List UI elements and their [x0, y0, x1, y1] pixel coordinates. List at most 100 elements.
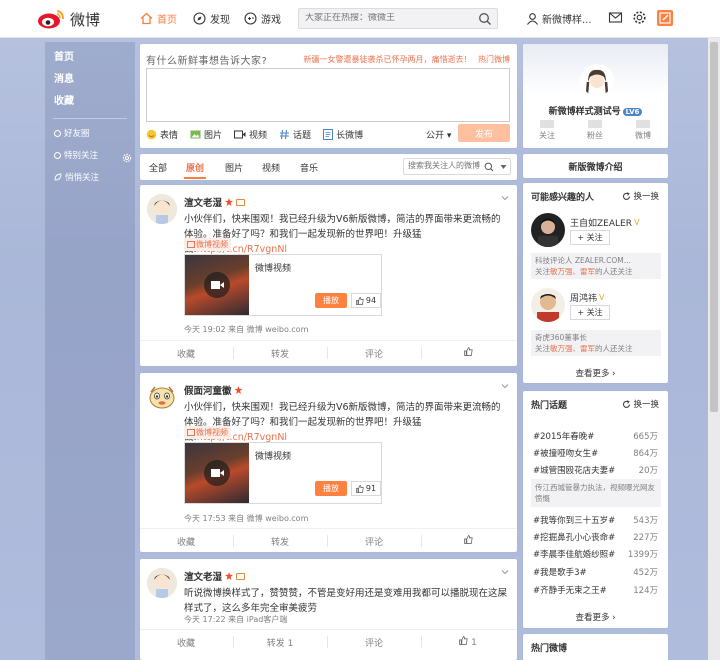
- search-icon[interactable]: [484, 162, 494, 172]
- stat-following[interactable]: 关注: [523, 120, 571, 141]
- author-name[interactable]: 假面河童徽: [184, 383, 243, 397]
- weibo-logo[interactable]: 微博: [36, 8, 100, 30]
- rec-user-name[interactable]: 周鸿祎 V: [570, 291, 606, 305]
- chevron-down-icon[interactable]: [501, 382, 509, 390]
- chevron-down-icon[interactable]: [501, 194, 509, 202]
- comment-button[interactable]: 评论: [328, 636, 420, 649]
- video-tag[interactable]: 微博视频: [184, 238, 231, 251]
- video-card[interactable]: 微博视频 播放 94: [184, 254, 382, 316]
- like-button[interactable]: [422, 535, 514, 547]
- collect-button[interactable]: 收藏: [140, 347, 232, 360]
- collect-button[interactable]: 收藏: [140, 636, 232, 649]
- profile-name[interactable]: 新微博样式测试号 LV6: [523, 104, 668, 117]
- hot-topic-row[interactable]: #被撞哑吻女生# 864万: [533, 447, 658, 459]
- tab-original[interactable]: 原创: [186, 161, 204, 174]
- video-card[interactable]: 微博视频 播放 91: [184, 442, 382, 504]
- author-name[interactable]: 渲文老湿: [184, 569, 246, 583]
- comment-button[interactable]: 评论: [328, 347, 420, 360]
- follow-button[interactable]: + 关注: [570, 305, 610, 320]
- sidebar-item-favorites[interactable]: 收藏: [54, 92, 74, 107]
- sidebar-group-friends[interactable]: 好友圈: [54, 127, 90, 139]
- sidebar-group-secret[interactable]: 悄悄关注: [54, 171, 99, 183]
- composer-textarea[interactable]: [146, 68, 510, 122]
- stat-followers[interactable]: 粉丝: [571, 120, 619, 141]
- hot-topic-row[interactable]: #我是歌手3# 452万: [533, 566, 658, 578]
- video-like-button[interactable]: 94: [351, 293, 381, 308]
- long-post-button[interactable]: 长微博: [323, 128, 363, 141]
- nav-games[interactable]: 游戏: [244, 11, 281, 26]
- global-search-input[interactable]: [305, 13, 465, 23]
- repost-button[interactable]: 转发: [234, 535, 326, 548]
- avatar[interactable]: [531, 288, 565, 322]
- comment-button[interactable]: 评论: [328, 535, 420, 548]
- sidebar-group-special[interactable]: 特别关注: [54, 149, 98, 161]
- rec-desc-line: 关注敏万强、雷军的人还关注: [535, 266, 657, 277]
- compose-button[interactable]: [657, 10, 673, 26]
- play-button[interactable]: 播放: [315, 481, 347, 496]
- send-button[interactable]: 发布: [458, 124, 510, 142]
- like-button[interactable]: [422, 347, 514, 359]
- tab-videos[interactable]: 视频: [262, 161, 280, 174]
- hot-weibo-link[interactable]: 热门微博: [478, 55, 510, 64]
- collect-button[interactable]: 收藏: [140, 535, 232, 548]
- page-scrollbar[interactable]: [708, 38, 720, 660]
- hot-topic-link[interactable]: 新疆一女警遭暴徒袭杀已怀孕两月，痛惜逝去！: [303, 55, 471, 64]
- play-icon[interactable]: [204, 272, 230, 298]
- video-like-button[interactable]: 91: [351, 481, 381, 496]
- emoji-button[interactable]: 表情: [146, 128, 178, 141]
- sidebar-group-label: 特别关注: [64, 151, 99, 161]
- rec-desc-highlight[interactable]: 敏万强、雷军: [550, 267, 595, 276]
- video-button[interactable]: 视频: [234, 128, 267, 141]
- nav-discover[interactable]: 发现: [193, 11, 230, 26]
- hot-topic-row[interactable]: #齐静手无束之王# 124万: [533, 584, 658, 596]
- like-button[interactable]: 1: [422, 636, 514, 648]
- video-tag[interactable]: 微博视频: [184, 426, 231, 439]
- tab-all[interactable]: 全部: [149, 161, 167, 174]
- recommend-refresh[interactable]: 换一换: [622, 190, 659, 202]
- nav-home[interactable]: 首页: [140, 11, 177, 26]
- scrollbar-thumb[interactable]: [710, 42, 718, 412]
- hot-topics-refresh[interactable]: 换一换: [622, 398, 659, 410]
- hot-topics-more-link[interactable]: 查看更多 ›: [523, 611, 668, 623]
- new-weibo-intro[interactable]: 新版微博介绍: [523, 154, 668, 178]
- sidebar-settings-icon[interactable]: [122, 153, 132, 163]
- rec-desc-highlight[interactable]: 敏万强、雷军: [550, 344, 595, 353]
- hot-topic-row[interactable]: #挖掘鼻孔小心丧命# 227万: [533, 531, 658, 543]
- user-menu[interactable]: 新微博样...: [526, 11, 592, 26]
- mail-icon[interactable]: [608, 10, 623, 25]
- feed-search-input[interactable]: [408, 161, 484, 170]
- hot-topic-row[interactable]: #2015年春晚# 665万: [533, 430, 658, 442]
- repost-button[interactable]: 转发: [234, 347, 326, 360]
- tab-images[interactable]: 图片: [225, 161, 243, 174]
- hot-topic-row[interactable]: #我等你到三十五岁# 543万: [533, 514, 658, 526]
- topic-button[interactable]: 话题: [279, 128, 311, 141]
- gear-icon[interactable]: [632, 10, 647, 25]
- avatar[interactable]: [147, 194, 177, 224]
- visibility-select[interactable]: 公开 ▾: [426, 128, 451, 141]
- chevron-down-icon[interactable]: [500, 164, 507, 170]
- profile-avatar[interactable]: [580, 64, 614, 98]
- hot-topic-row[interactable]: #城管围殴花店夫妻# 20万: [533, 464, 658, 476]
- chevron-down-icon[interactable]: [501, 568, 509, 576]
- tab-music[interactable]: 音乐: [300, 161, 318, 174]
- hot-topic-row[interactable]: #李晨李佳航婚纱照# 1399万: [533, 548, 658, 560]
- rec-user-name[interactable]: 王自如ZEALER V: [570, 216, 641, 230]
- sidebar-item-messages[interactable]: 消息: [54, 70, 74, 85]
- avatar[interactable]: [147, 382, 177, 412]
- follow-button[interactable]: + 关注: [570, 230, 610, 245]
- image-button[interactable]: 图片: [190, 128, 222, 141]
- avatar[interactable]: [531, 213, 565, 247]
- sidebar-item-home[interactable]: 首页: [54, 48, 74, 63]
- author-name[interactable]: 渲文老湿: [184, 195, 246, 209]
- search-icon[interactable]: [478, 12, 492, 26]
- play-button[interactable]: 播放: [315, 293, 347, 308]
- stat-posts[interactable]: 微博: [619, 120, 667, 141]
- weibo-eye-icon: [38, 10, 64, 29]
- repost-button[interactable]: 转发 1: [234, 636, 326, 649]
- video-thumbnail[interactable]: [185, 443, 249, 503]
- avatar[interactable]: [147, 568, 177, 598]
- feed-card: 渲文老湿 小伙伴们，快来围观！我已经升级为V6新版微博，简洁的界面带来更流畅的体…: [140, 185, 517, 366]
- video-thumbnail[interactable]: [185, 255, 249, 315]
- recommend-more-link[interactable]: 查看更多 ›: [523, 367, 668, 379]
- play-icon[interactable]: [204, 460, 230, 486]
